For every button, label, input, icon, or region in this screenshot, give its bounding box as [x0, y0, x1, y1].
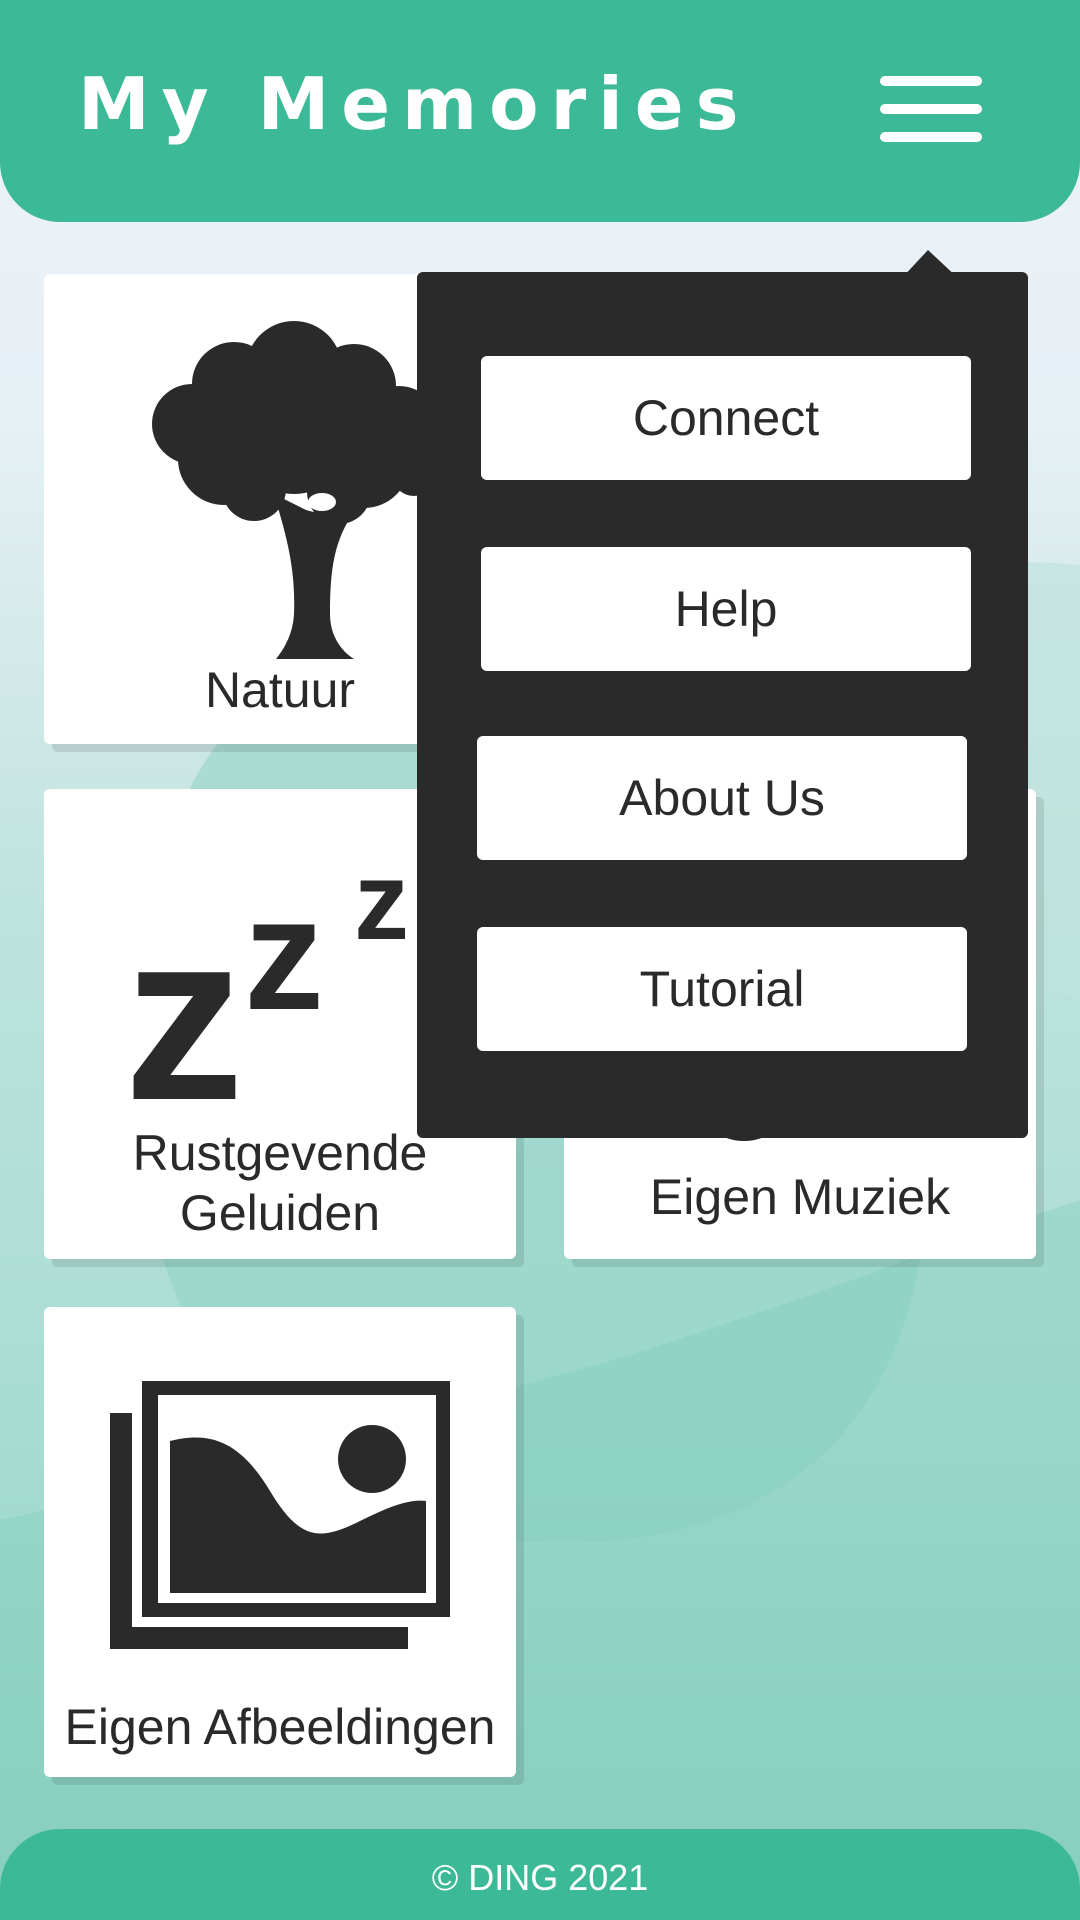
sleep-zzz-icon: z z z [124, 840, 409, 1109]
image-gallery-icon [110, 1381, 450, 1649]
menu-item-help[interactable]: Help [481, 547, 971, 671]
hamburger-line [880, 76, 982, 86]
svg-text:z: z [124, 882, 244, 1109]
tile-label: Eigen Muziek [649, 1169, 951, 1225]
app-title: My Memories [78, 62, 751, 146]
app-footer: © DING 2021 [0, 1829, 1080, 1920]
dropdown-menu: Connect Help About Us Tutorial [417, 272, 1028, 1138]
menu-item-about-us[interactable]: About Us [477, 736, 967, 860]
hamburger-line [880, 132, 982, 142]
menu-item-tutorial[interactable]: Tutorial [477, 927, 967, 1051]
svg-text:z: z [354, 840, 409, 963]
app-header: My Memories [0, 0, 1080, 222]
menu-item-connect[interactable]: Connect [481, 356, 971, 480]
tile-eigen-afbeeldingen[interactable]: Eigen Afbeeldingen [44, 1307, 516, 1777]
hamburger-line [880, 104, 982, 114]
tile-label: Eigen Afbeeldingen [64, 1699, 496, 1755]
tile-label-line2: Geluiden [179, 1185, 381, 1241]
app-screen: My Memories Natuur z z z Rustgevende Gel… [0, 0, 1080, 1920]
svg-text:z: z [244, 864, 324, 1043]
footer-copyright: © DING 2021 [431, 1857, 649, 1898]
tree-icon [152, 321, 439, 659]
hamburger-menu-icon[interactable] [880, 76, 982, 142]
